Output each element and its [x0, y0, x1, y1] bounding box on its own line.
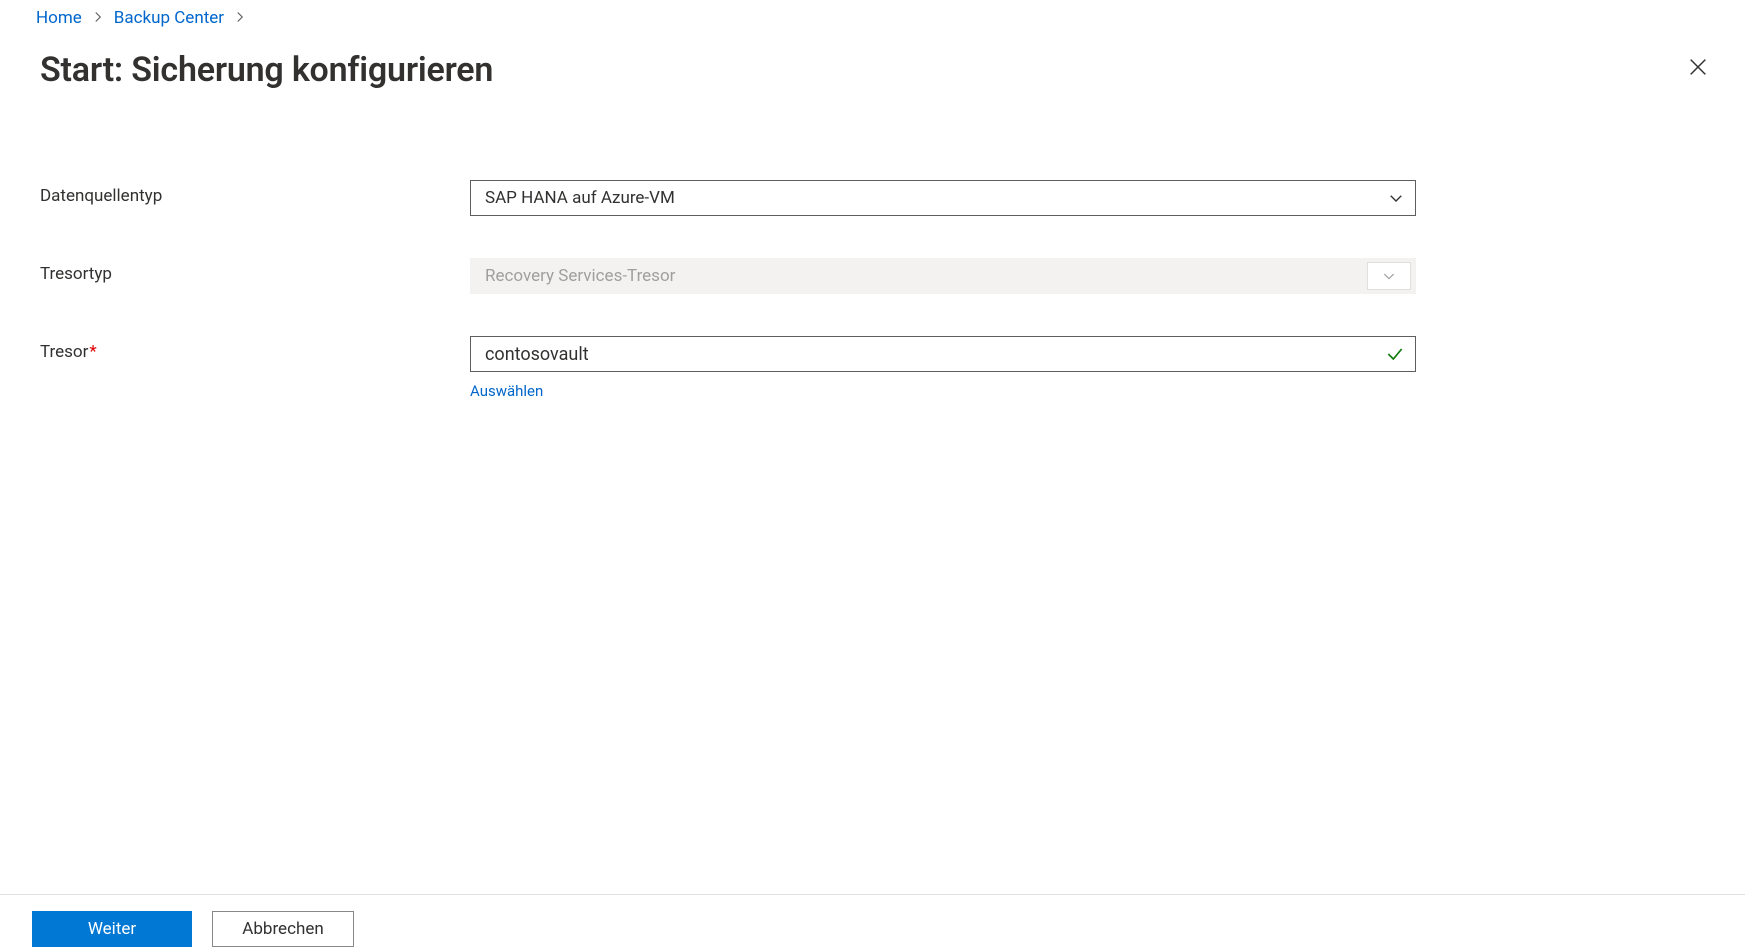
- row-vault: Tresor* contosovault Auswählen: [40, 336, 1709, 400]
- row-datasource-type: Datenquellentyp SAP HANA auf Azure-VM: [40, 180, 1709, 216]
- label-datasource-type: Datenquellentyp: [40, 180, 470, 206]
- chevron-right-icon: [234, 9, 246, 27]
- required-indicator: *: [89, 342, 96, 362]
- chevron-down-icon: [1387, 189, 1405, 207]
- footer-actions: Weiter Abbrechen: [0, 894, 1745, 947]
- breadcrumb-link-backup-center[interactable]: Backup Center: [114, 8, 224, 28]
- input-vault[interactable]: contosovault: [470, 336, 1416, 372]
- link-select-vault[interactable]: Auswählen: [470, 382, 543, 400]
- breadcrumb-link-home[interactable]: Home: [36, 8, 82, 28]
- label-vault-text: Tresor: [40, 342, 88, 362]
- chevron-down-icon: [1367, 262, 1411, 290]
- form-area: Datenquellentyp SAP HANA auf Azure-VM Tr…: [0, 90, 1745, 400]
- select-vault-type: Recovery Services-Tresor: [470, 258, 1416, 294]
- row-vault-type: Tresortyp Recovery Services-Tresor: [40, 258, 1709, 294]
- blade-header: Start: Sicherung konfigurieren: [0, 28, 1745, 90]
- chevron-right-icon: [92, 9, 104, 27]
- input-vault-value: contosovault: [485, 344, 589, 365]
- select-datasource-type-value: SAP HANA auf Azure-VM: [485, 188, 675, 208]
- label-vault: Tresor*: [40, 336, 470, 362]
- select-vault-type-value: Recovery Services-Tresor: [485, 266, 675, 286]
- select-datasource-type[interactable]: SAP HANA auf Azure-VM: [470, 180, 1416, 216]
- close-icon: [1687, 56, 1709, 78]
- checkmark-icon: [1385, 344, 1405, 364]
- cancel-button[interactable]: Abbrechen: [212, 911, 354, 947]
- page-title: Start: Sicherung konfigurieren: [40, 50, 493, 90]
- continue-button[interactable]: Weiter: [32, 911, 192, 947]
- label-vault-type: Tresortyp: [40, 258, 470, 284]
- breadcrumb: Home Backup Center: [0, 0, 1745, 28]
- close-button[interactable]: [1687, 56, 1709, 78]
